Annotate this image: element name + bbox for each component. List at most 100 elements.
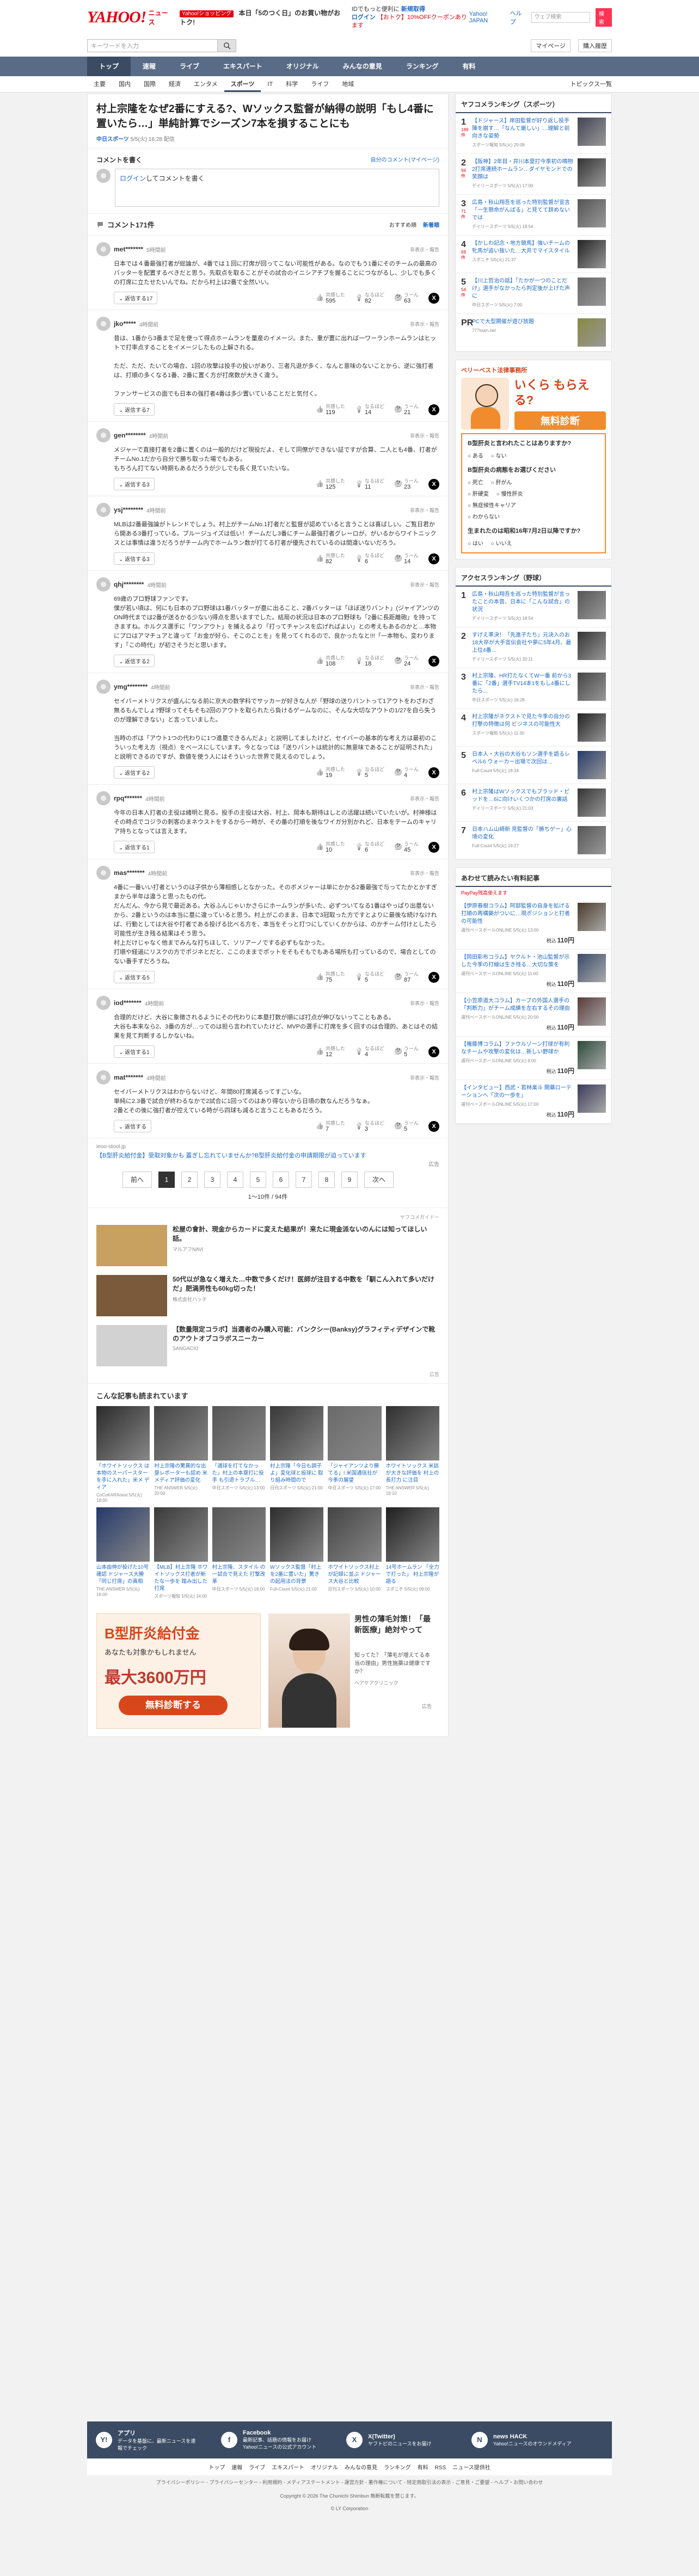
pager-page[interactable]: 3 bbox=[204, 1172, 220, 1188]
reaction-button[interactable]: 💡 なるほど 3 bbox=[355, 1120, 384, 1132]
sponsored-item[interactable]: 松屋の會計、現金からカードに変えた結果が！来たに現金派ないのんには知ってほしい話… bbox=[96, 1221, 439, 1271]
related-article[interactable]: ホワイトソックス 米誌が大きな評価を 村上の長打力 に注目 THE ANSWER … bbox=[385, 1406, 439, 1503]
tab-international[interactable]: 国際 bbox=[137, 76, 162, 92]
footer-link[interactable]: トップ bbox=[209, 2465, 225, 2471]
related-title[interactable]: Wソックス監督「村上を2番に置いた」驚きの起用法の背景 bbox=[270, 1564, 323, 1585]
tab-life[interactable]: ライフ bbox=[304, 76, 335, 92]
promo-badge[interactable]: Yahoo!ショッピング bbox=[180, 10, 234, 17]
reply-button[interactable]: ⌄ 返信する3 bbox=[114, 478, 155, 490]
paid-article-title[interactable]: 【岡田彰布コラム】ヤクルト・池山監督が示した今季の打線は生き残る…大切な策を bbox=[461, 954, 569, 968]
sponsored-title[interactable]: 50代以が急なく増えた…中数で多くだけ！医師が注目する中数を「馴こん入れて多いだ… bbox=[173, 1275, 439, 1293]
login-link[interactable]: ログイン bbox=[352, 14, 376, 21]
rank-title[interactable]: 日本人・大谷の大谷もソン選手を語るレベル6 ウォーカー出場で次回は… bbox=[472, 751, 570, 765]
yahoo-japan-link[interactable]: Yahoo! JAPAN bbox=[469, 11, 505, 24]
reply-button[interactable]: ⌄ 返信する bbox=[114, 1120, 152, 1132]
comment-user[interactable]: jko***** bbox=[114, 320, 136, 328]
nav-ranking[interactable]: ランキング bbox=[394, 57, 451, 76]
quiz-option-carrier[interactable]: 無症候性キャリア bbox=[473, 503, 516, 509]
paid-article-title[interactable]: 【インタビュー】西武・若林楽斗 開幕ローテーションへ「次の一歩を」 bbox=[461, 1085, 572, 1099]
tab-sports[interactable]: スポーツ bbox=[224, 76, 261, 92]
x-share-icon[interactable]: X bbox=[428, 767, 439, 778]
x-share-icon[interactable]: X bbox=[428, 1046, 439, 1057]
reaction-button[interactable]: 💡 なるほど 11 bbox=[355, 478, 384, 490]
paid-article-item[interactable]: 【権藤博コラム】ファウルゾーン打球が有利なチームや攻撃の変化は…新しい野球か 週刊… bbox=[456, 1037, 611, 1080]
social-link[interactable]: X X(Twitter) ヤフトピのニュースをお届け bbox=[346, 2432, 450, 2448]
related-article[interactable]: 「ホワイトソックス は本物のスーパースター を手に入れた」米メ ディア CoCoK… bbox=[96, 1406, 150, 1503]
rank-title[interactable]: PCで大型開催が遊び放題 bbox=[472, 319, 534, 325]
quiz-option-q3-yes[interactable]: はい bbox=[473, 541, 483, 547]
x-share-icon[interactable]: X bbox=[428, 655, 439, 667]
footer-link[interactable]: 速報 bbox=[231, 2465, 242, 2471]
comment-user[interactable]: mas******* bbox=[114, 869, 145, 877]
service-name[interactable]: ニュース bbox=[148, 8, 172, 27]
purchase-history-button[interactable]: 購入履歴 bbox=[578, 39, 612, 52]
mypage-button[interactable]: マイページ bbox=[531, 39, 571, 52]
comment-user[interactable]: ysj******** bbox=[114, 506, 143, 514]
related-article[interactable]: 【MLB】村上宗隆 ホワイトソックス打者が新たな一歩を 踏み出した打席 スポーツ報… bbox=[154, 1507, 208, 1599]
sponsored-item[interactable]: 【数量限定コラボ】当選者のみ購入可能：バンクシー(Banksy)グラフィティデザ… bbox=[96, 1321, 439, 1371]
comment-user[interactable]: qhj******** bbox=[114, 581, 144, 588]
report-link[interactable]: 非表示・報告 bbox=[410, 870, 439, 877]
tab-main[interactable]: 主要 bbox=[87, 76, 112, 92]
comment-ad[interactable]: ieoo-stool.jp 【B型肝炎給付金】受取対象かも 蓋ぎし忘れていません… bbox=[88, 1138, 448, 1168]
web-search-button[interactable]: 検索 bbox=[595, 8, 612, 27]
quiz-option-chronic[interactable]: 慢性肝炎 bbox=[501, 491, 523, 497]
search-button[interactable] bbox=[218, 39, 236, 52]
ranking-item[interactable]: 6 村上宗隆はWソックスでもブラッド・ピッドを…6に向けいくつかの打席の裏話 デイリ… bbox=[456, 784, 611, 822]
sponsored-title[interactable]: 【数量限定コラボ】当選者のみ購入可能：バンクシー(Banksy)グラフィティデザ… bbox=[173, 1325, 439, 1344]
footer-link[interactable]: ニュース提供社 bbox=[452, 2465, 490, 2471]
pager-page[interactable]: 5 bbox=[250, 1172, 266, 1188]
nav-original[interactable]: オリジナル bbox=[274, 57, 331, 76]
reaction-button[interactable]: 👍 共感した 108 bbox=[316, 655, 345, 667]
report-link[interactable]: 非表示・報告 bbox=[410, 795, 439, 802]
related-article[interactable]: 14号ホームラン 「全力で打った」 村上宗隆が語る スポニチ 5/5(火) 09:… bbox=[385, 1507, 439, 1599]
nav-paid[interactable]: 有料 bbox=[450, 57, 487, 76]
report-link[interactable]: 非表示・報告 bbox=[410, 507, 439, 514]
pager-page[interactable]: 1 bbox=[158, 1172, 175, 1188]
quiz-option-no[interactable]: ない bbox=[496, 453, 507, 459]
related-article[interactable]: 山本由伸が投げた10号確認 ドジャース大勝 「同じ打席」の真相 THE ANSWE… bbox=[96, 1507, 150, 1599]
reply-button[interactable]: ⌄ 返信する3 bbox=[114, 552, 155, 565]
comment-user[interactable]: iod******* bbox=[114, 999, 142, 1007]
report-link[interactable]: 非表示・報告 bbox=[410, 246, 439, 253]
comment-user[interactable]: ymg******** bbox=[114, 683, 148, 691]
reaction-button[interactable]: 👍 共感した 82 bbox=[316, 553, 345, 565]
ranking-item[interactable]: PR PCで大型開催が遊び放題 777town.net bbox=[456, 314, 611, 352]
pager-page[interactable]: 7 bbox=[296, 1172, 312, 1188]
web-search-input[interactable]: ウェブ検索 bbox=[531, 12, 590, 23]
hepatitis-ad[interactable]: B型肝炎給付金 あなたも対象かもしれません 最大3600万円 無料診断する bbox=[96, 1613, 261, 1729]
x-share-icon[interactable]: X bbox=[428, 478, 439, 490]
report-link[interactable]: 非表示・報告 bbox=[410, 321, 439, 328]
comment-user[interactable]: mat******* bbox=[114, 1074, 143, 1081]
reaction-button[interactable]: 🤔 うーん 5 bbox=[394, 1120, 419, 1132]
reaction-button[interactable]: 🤔 うーん 63 bbox=[394, 292, 419, 304]
quiz-option-death[interactable]: 死亡 bbox=[473, 480, 483, 486]
rank-title[interactable]: 村上宗隆がネクストで見た今季の自分の打撃の特徴は何 ビジネスの可能性大 bbox=[472, 714, 570, 728]
reaction-button[interactable]: 🤔 うーん 45 bbox=[394, 841, 419, 853]
quiz-option-yes[interactable]: ある bbox=[473, 453, 483, 459]
related-title[interactable]: ホワイトソックス村上が記録に並ぶ ドジャース大谷と比較 bbox=[328, 1564, 381, 1585]
reaction-button[interactable]: 🤔 うーん 24 bbox=[394, 655, 419, 667]
paid-article-item[interactable]: 【小笠原道大コラム】カープの外国人選手の「判断力」がチーム成績を左右するその理由… bbox=[456, 993, 611, 1037]
article-source[interactable]: 中日スポーツ bbox=[96, 137, 129, 143]
yahoo-logo[interactable]: YAHOO! bbox=[87, 8, 146, 27]
ranking-item[interactable]: 4 村上宗隆がネクストで見た今季の自分の打撃の特徴は何 ビジネスの可能性大 スポーツ… bbox=[456, 709, 611, 747]
paid-article-title[interactable]: 【小笠原道大コラム】カープの外国人選手の「判断力」がチーム成績を左右するその理由 bbox=[461, 998, 570, 1012]
x-share-icon[interactable]: X bbox=[428, 841, 439, 853]
pager-page[interactable]: 2 bbox=[181, 1172, 198, 1188]
related-title[interactable]: ホワイトソックス 米誌が大きな評価を 村上の長打力 に注目 bbox=[386, 1463, 439, 1484]
social-link[interactable]: Y! アプリ データを基盤に、最新ニュースを速報でチェック bbox=[96, 2429, 199, 2451]
sponsored-title[interactable]: 松屋の會計、現金からカードに変えた結果が！来たに現金派ないのんには知ってほしい話… bbox=[173, 1225, 439, 1243]
reaction-button[interactable]: 💡 なるほど 18 bbox=[355, 655, 384, 667]
reaction-button[interactable]: 👍 共感した 7 bbox=[316, 1120, 345, 1132]
quiz-option-unknown[interactable]: わからない bbox=[473, 514, 500, 520]
paid-article-title[interactable]: 【権藤博コラム】ファウルゾーン打球が有利なチームや攻撃の変化は…新しい野球か bbox=[461, 1042, 569, 1055]
nav-breaking[interactable]: 速報 bbox=[131, 57, 168, 76]
related-title[interactable]: 「通球を打てなかった」村上の本塁打に投手 も引退トラブル… bbox=[212, 1463, 266, 1484]
signup-link[interactable]: 新規取得 bbox=[401, 6, 425, 13]
reaction-button[interactable]: 🤔 うーん 87 bbox=[394, 971, 419, 983]
news-search-input[interactable]: キーワードを入力 bbox=[87, 39, 218, 52]
ranking-item[interactable]: 5 54件 【川上哲治の話】「たかが一つのことだけ」選手がなかったら判定後が上げた声… bbox=[456, 273, 611, 314]
footer-link[interactable]: オリジナル bbox=[311, 2465, 338, 2471]
ranking-item[interactable]: 4 69件 【かしわ記念・地方競馬】強いチームの牝馬が追い抜いた…大井でマイスタイル… bbox=[456, 236, 611, 273]
